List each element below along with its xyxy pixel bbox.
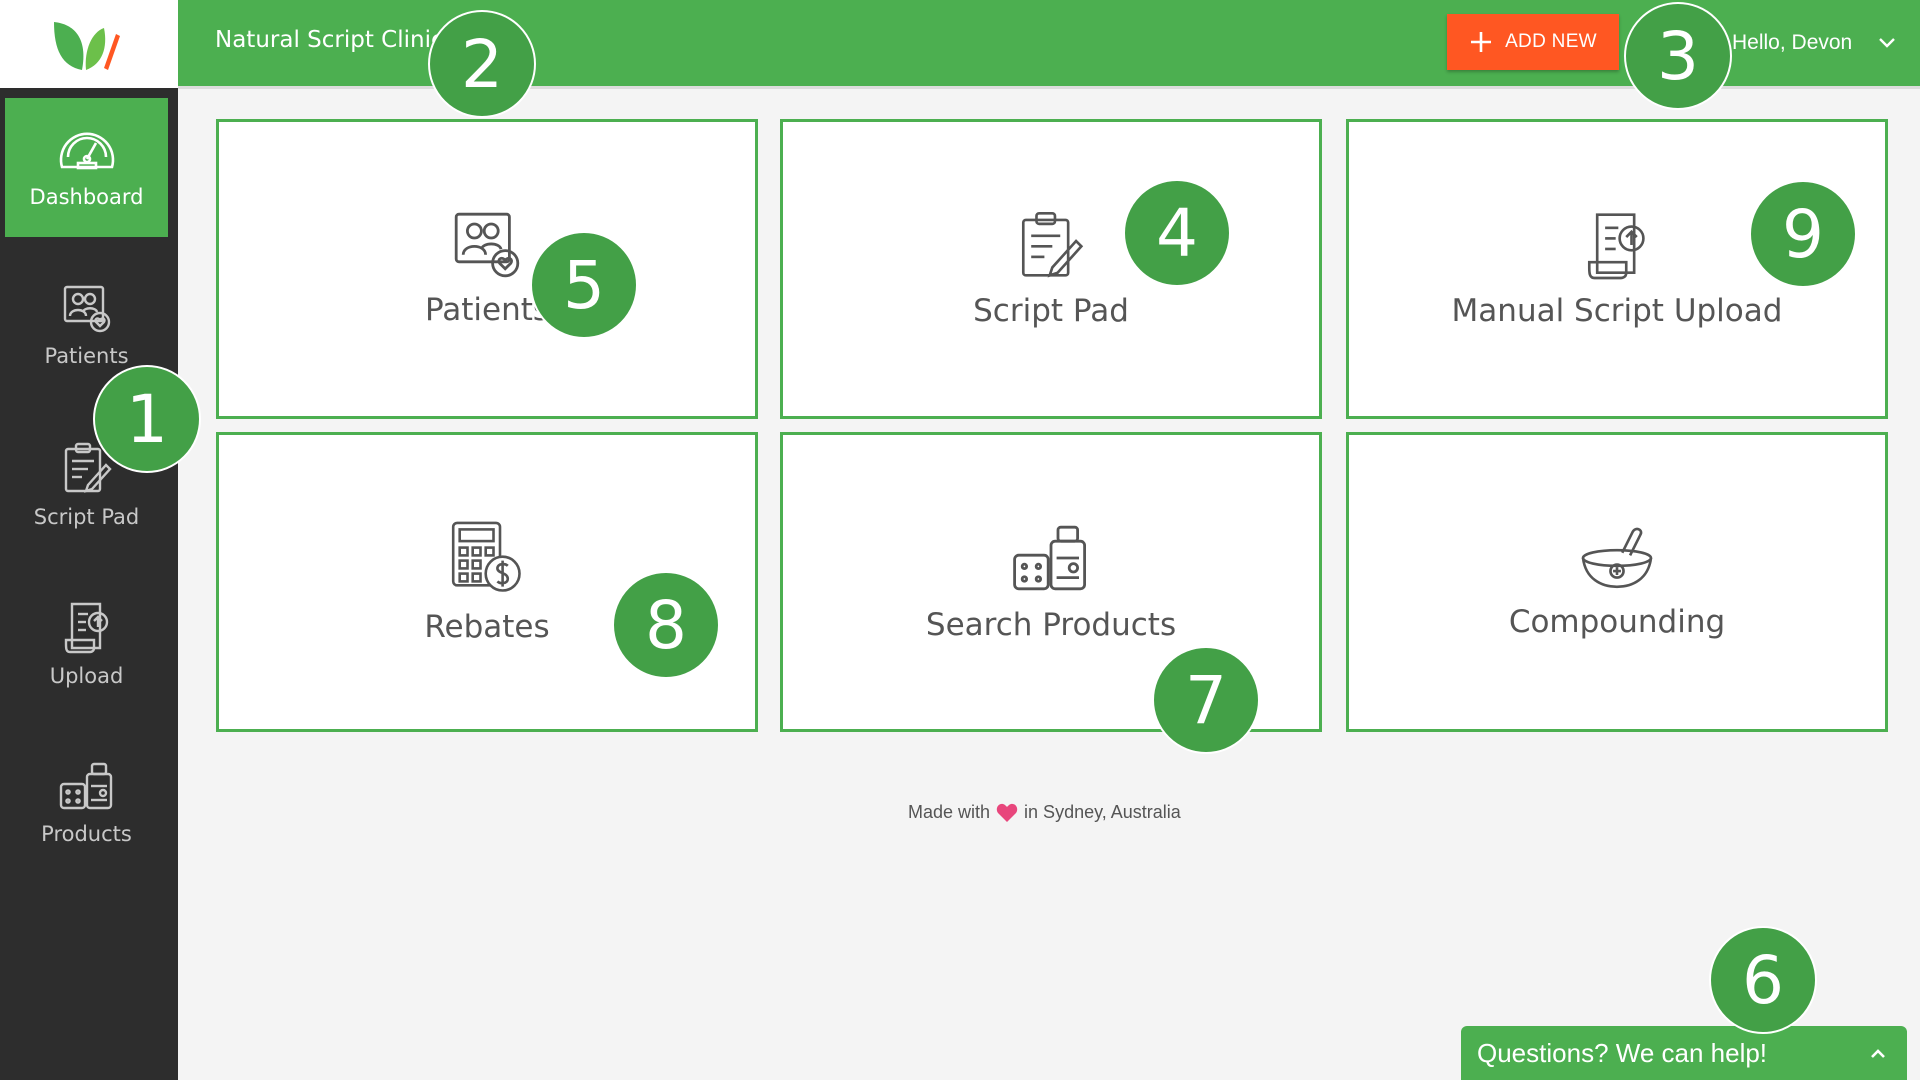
sidebar-item-label: Patients — [44, 343, 129, 368]
sidebar-item-label: Dashboard — [29, 184, 144, 209]
callout-6: 6 — [1709, 926, 1817, 1034]
sidebar-item-label: Upload — [49, 663, 124, 688]
tile-label: Patients — [424, 292, 550, 328]
footer-prefix: Made with — [908, 802, 991, 822]
upload-icon — [1587, 213, 1645, 280]
mortar-pestle-icon — [1581, 527, 1653, 589]
callout-2: 2 — [428, 10, 536, 118]
tile-label: Compounding — [1508, 604, 1726, 640]
user-greeting: Hello, Devon — [1732, 31, 1853, 54]
chat-label: Questions? We can help! — [1477, 1037, 1768, 1068]
footer-credit: Made with in Sydney, Australia — [908, 802, 1181, 823]
tile-label: Script Pad — [973, 293, 1129, 329]
chevron-up-icon — [1871, 1049, 1885, 1058]
chat-widget[interactable]: Questions? We can help! — [1461, 1026, 1907, 1080]
rebates-calculator-icon — [451, 521, 521, 592]
sidebar-item-dashboard[interactable]: Dashboard — [5, 98, 168, 237]
tile-compounding[interactable]: Compounding — [1346, 432, 1888, 732]
products-icon — [59, 762, 112, 809]
logo-box[interactable] — [0, 0, 178, 88]
tile-patients[interactable]: Patients — [216, 119, 758, 419]
sidebar-item-upload[interactable]: Upload — [5, 574, 168, 713]
callout-4: 4 — [1123, 179, 1231, 287]
add-new-label: ADD NEW — [1505, 31, 1597, 52]
callout-7: 7 — [1152, 646, 1260, 754]
products-icon — [1013, 525, 1086, 591]
plus-icon — [1471, 32, 1492, 52]
sidebar: Dashboard Patients Script Pad Upload Pro… — [0, 88, 178, 1080]
tile-label: Search Products — [925, 607, 1177, 643]
callout-1: 1 — [93, 365, 201, 473]
tile-label: Rebates — [424, 609, 550, 645]
speedometer-icon — [59, 132, 114, 169]
sidebar-item-products[interactable]: Products — [5, 733, 168, 872]
sidebar-item-label: Script Pad — [33, 504, 140, 529]
clinic-name: Natural Script Clinic — [215, 27, 444, 53]
tile-script-pad[interactable]: Script Pad — [780, 119, 1322, 419]
leaf-logo-icon — [54, 22, 120, 70]
patients-icon — [454, 212, 520, 278]
callout-3: 3 — [1624, 2, 1732, 110]
user-menu[interactable]: Hello, Devon — [1732, 31, 1896, 55]
chevron-down-icon — [1879, 38, 1896, 48]
add-new-button[interactable]: ADD NEW — [1447, 14, 1619, 70]
tile-label: Manual Script Upload — [1451, 293, 1783, 329]
heart-icon — [996, 803, 1018, 822]
patients-icon — [63, 285, 110, 332]
callout-5: 5 — [530, 231, 638, 339]
script-pad-icon — [1021, 212, 1084, 278]
footer-suffix: in Sydney, Australia — [1024, 802, 1181, 822]
callout-8: 8 — [612, 571, 720, 679]
callout-9: 9 — [1749, 180, 1857, 288]
upload-icon — [64, 602, 108, 653]
sidebar-item-label: Products — [41, 821, 132, 846]
